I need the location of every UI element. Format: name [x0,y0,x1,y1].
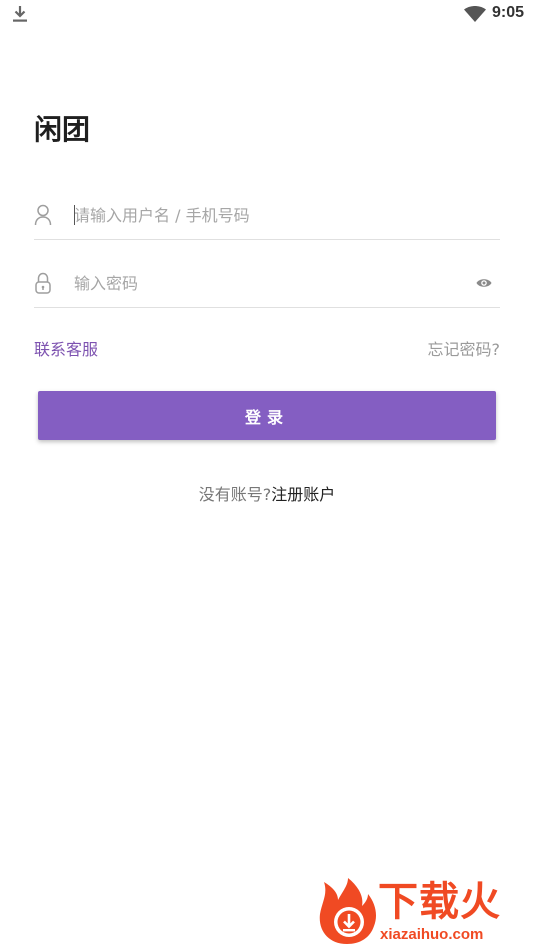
register-row: 没有账号?注册账户 [0,481,534,505]
username-input[interactable] [74,201,464,229]
download-icon [13,6,27,22]
text-caret [74,205,75,225]
watermark: 下载火 xiazaihuo.com [314,878,530,946]
lock-icon [35,272,51,294]
clock: 9:05 [492,4,525,21]
register-link[interactable]: 注册账户 [271,485,335,504]
status-bar: 9:05 [0,0,534,30]
watermark-url: xiazaihuo.com [380,926,484,943]
app-title: 闲团 [34,113,91,146]
login-button[interactable]: 登录 [38,391,496,440]
forgot-password-link[interactable]: 忘记密码? [428,336,501,360]
flame-download-logo-icon [319,878,376,944]
wifi-icon [464,6,486,22]
password-input[interactable] [74,269,464,297]
watermark-title: 下载火 [378,879,501,925]
register-prompt: 没有账号? [198,485,272,504]
user-icon [34,204,52,226]
contact-support-link[interactable]: 联系客服 [34,336,98,360]
username-field [34,191,500,240]
password-field [34,259,500,308]
eye-icon[interactable] [476,277,492,289]
